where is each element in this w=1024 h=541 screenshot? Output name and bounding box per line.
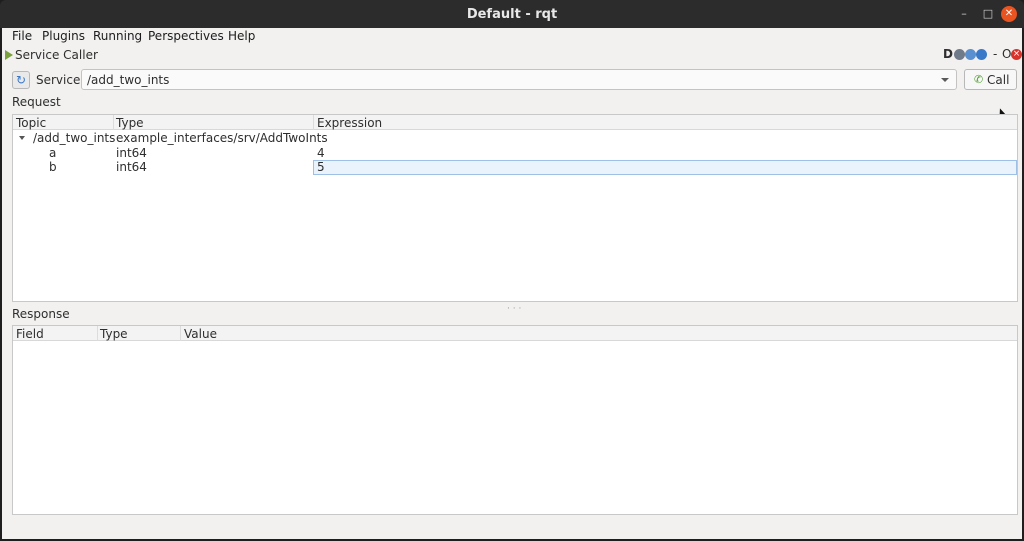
service-select[interactable]: /add_two_ints: [81, 69, 957, 90]
expand-arrow-icon[interactable]: [19, 136, 25, 140]
phone-icon: ✆: [974, 73, 984, 86]
app-window: File Plugins Running Perspectives Help S…: [2, 28, 1022, 539]
tree-row[interactable]: a int64 4: [13, 146, 1017, 161]
close-icon[interactable]: ✕: [1001, 6, 1017, 22]
window-titlebar: Default - rqt – □ ✕: [0, 0, 1024, 28]
row-topic: a: [49, 146, 57, 160]
chevron-down-icon[interactable]: [941, 78, 949, 82]
column-header-expression[interactable]: Expression: [317, 116, 382, 130]
column-header-value[interactable]: Value: [184, 327, 217, 341]
call-button-label: Call: [987, 73, 1010, 87]
minimize-icon[interactable]: –: [956, 6, 972, 22]
column-header-topic[interactable]: Topic: [16, 116, 46, 130]
tree-row-selected[interactable]: b int64 5: [13, 160, 1017, 175]
tree-row[interactable]: /add_two_ints example_interfaces/srv/Add…: [13, 131, 1017, 146]
menu-help[interactable]: Help: [228, 29, 255, 43]
info-icon[interactable]: [976, 49, 987, 60]
row-topic: b: [49, 160, 57, 174]
row-type: example_interfaces/srv/AddTwoInts: [116, 131, 328, 145]
call-button[interactable]: ✆ Call: [964, 69, 1017, 90]
column-header-type[interactable]: Type: [116, 116, 144, 130]
refresh-icon[interactable]: ↻: [12, 71, 30, 89]
request-tree-header: Topic Type Expression: [13, 115, 1017, 130]
row-expression-edit[interactable]: 5: [317, 160, 325, 174]
response-label: Response: [12, 307, 70, 321]
service-label: Service: [36, 73, 81, 87]
column-divider[interactable]: [313, 115, 314, 130]
menubar: File Plugins Running Perspectives Help: [2, 28, 1022, 46]
selection-highlight: [313, 160, 1017, 175]
plugin-titlebar: Service Caller D - O ×: [2, 46, 1022, 64]
request-tree[interactable]: Topic Type Expression /add_two_ints exam…: [12, 114, 1018, 302]
row-type: int64: [116, 160, 147, 174]
minimize-plugin-button[interactable]: -: [993, 47, 997, 61]
service-row: ↻ Service /add_two_ints ✆ Call: [2, 68, 1022, 92]
menu-running[interactable]: Running: [93, 29, 142, 43]
splitter-handle[interactable]: · · ·: [507, 304, 521, 314]
menu-plugins[interactable]: Plugins: [42, 29, 85, 43]
row-topic: /add_two_ints: [33, 131, 116, 145]
help-icon[interactable]: [954, 49, 965, 60]
column-divider[interactable]: [97, 326, 98, 341]
reload-icon[interactable]: [965, 49, 976, 60]
plugin-title: Service Caller: [15, 48, 98, 62]
menu-file[interactable]: File: [12, 29, 32, 43]
window-title: Default - rqt: [466, 7, 558, 22]
dock-button[interactable]: D: [943, 47, 953, 61]
close-plugin-icon[interactable]: ×: [1011, 49, 1022, 60]
row-expression[interactable]: 4: [317, 146, 325, 160]
menu-perspectives[interactable]: Perspectives: [148, 29, 224, 43]
column-header-type[interactable]: Type: [100, 327, 128, 341]
maximize-icon[interactable]: □: [980, 6, 996, 22]
response-tree[interactable]: Field Type Value: [12, 325, 1018, 515]
row-type: int64: [116, 146, 147, 160]
column-header-field[interactable]: Field: [16, 327, 44, 341]
service-select-value: /add_two_ints: [87, 73, 170, 87]
request-label: Request: [12, 95, 61, 109]
column-divider[interactable]: [180, 326, 181, 341]
response-tree-header: Field Type Value: [13, 326, 1017, 341]
drag-handle-icon[interactable]: [5, 50, 13, 60]
column-divider[interactable]: [113, 115, 114, 130]
